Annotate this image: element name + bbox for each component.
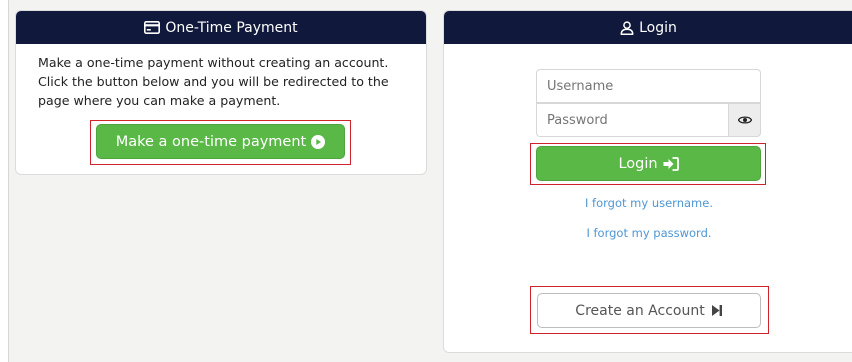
create-account-button[interactable]: Create an Account xyxy=(537,293,761,328)
window-left-edge xyxy=(0,0,9,362)
credit-card-icon xyxy=(144,21,161,34)
step-forward-icon xyxy=(711,305,722,316)
forgot-password-link[interactable]: I forgot my password. xyxy=(499,226,799,240)
password-visibility-toggle[interactable] xyxy=(728,103,761,137)
forgot-username-link[interactable]: I forgot my username. xyxy=(499,196,799,210)
payment-card-header: One-Time Payment xyxy=(16,11,426,44)
play-circle-icon xyxy=(311,134,326,149)
create-account-button-label: Create an Account xyxy=(575,302,705,319)
make-payment-button-label: Make a one-time payment xyxy=(115,133,307,150)
username-input[interactable] xyxy=(536,69,761,103)
payment-card-title: One-Time Payment xyxy=(165,19,298,36)
login-card-header: Login xyxy=(444,11,852,44)
eye-icon xyxy=(737,116,752,124)
make-payment-button[interactable]: Make a one-time payment xyxy=(96,124,345,159)
password-input[interactable] xyxy=(536,103,729,137)
user-icon xyxy=(620,20,634,35)
sign-in-icon xyxy=(663,156,679,171)
login-card-title: Login xyxy=(639,19,677,36)
login-button-label: Login xyxy=(618,155,658,172)
payment-description: Make a one-time payment without creating… xyxy=(38,55,389,108)
login-button[interactable]: Login xyxy=(536,146,761,181)
